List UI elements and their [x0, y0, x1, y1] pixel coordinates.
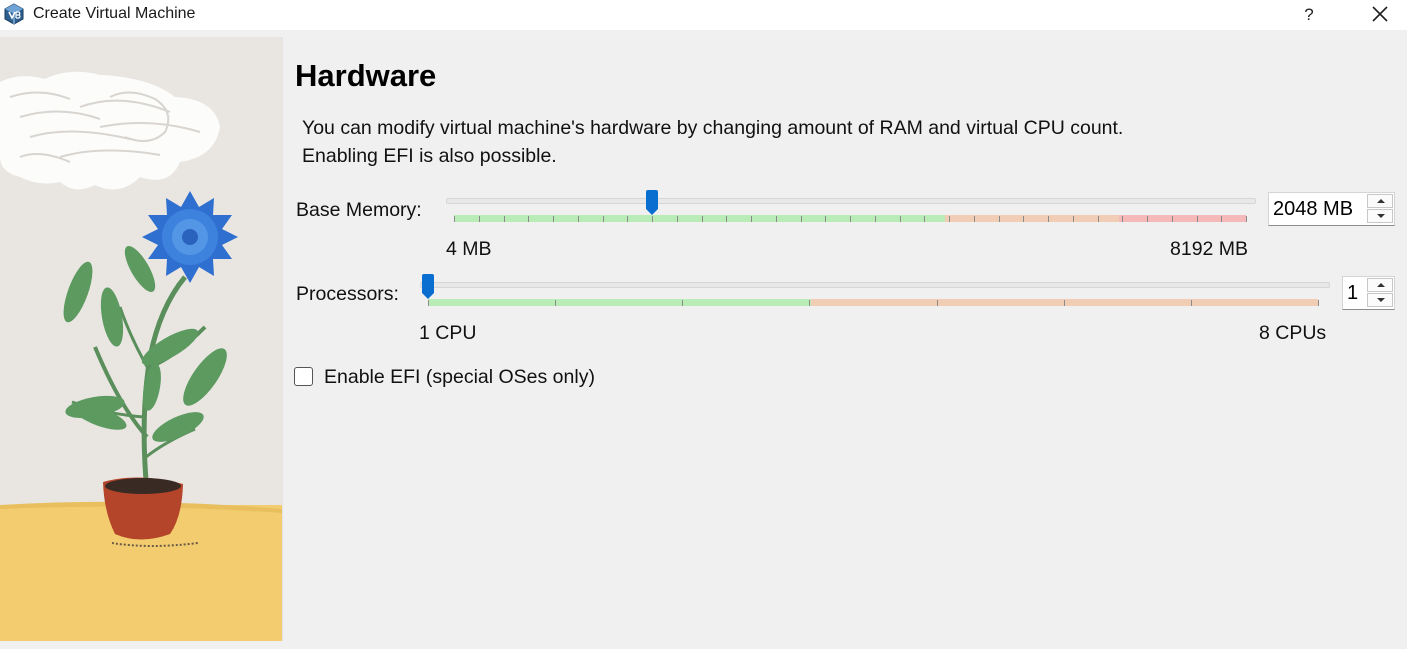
slider-tick [1072, 216, 1074, 222]
slider-tick [800, 216, 802, 222]
virtualbox-icon [4, 3, 24, 25]
base-memory-slider[interactable] [446, 190, 1256, 226]
slider-tick [825, 216, 827, 222]
slider-tick [553, 216, 554, 222]
slider-tick [1122, 216, 1124, 222]
slider-tick [936, 300, 938, 306]
slider-tick [809, 300, 811, 306]
slider-tick [949, 216, 950, 222]
slider-tick [775, 216, 777, 222]
description-line-1: You can modify virtual machine's hardwar… [302, 117, 1124, 139]
memory-max-label: 8192 MB [1170, 238, 1249, 260]
slider-tick [1318, 300, 1319, 306]
slider-tick [652, 216, 653, 222]
slider-tick [899, 216, 901, 222]
slider-tick [555, 300, 557, 306]
slider-tick [874, 216, 876, 222]
slider-tick [701, 216, 703, 222]
slider-tick [1196, 216, 1198, 222]
sidebar-divider [282, 37, 283, 641]
description-line-2: Enabling EFI is also possible. [302, 145, 557, 167]
memory-min-label: 4 MB [446, 238, 492, 260]
slider-tick [1171, 216, 1173, 222]
memory-decrement-button[interactable] [1367, 209, 1393, 223]
slider-tick [1246, 216, 1247, 222]
slider-groove [420, 282, 1330, 288]
slider-tick [528, 216, 530, 222]
processors-min-label: 1 CPU [419, 322, 477, 344]
slider-tick [1221, 216, 1223, 222]
slider-tick [1063, 300, 1065, 306]
help-button[interactable]: ? [1298, 2, 1320, 28]
slider-tick [503, 216, 505, 222]
slider-handle[interactable] [645, 190, 658, 216]
processors-decrement-button[interactable] [1367, 293, 1393, 307]
memory-increment-button[interactable] [1367, 194, 1393, 208]
processors-spinbox[interactable]: 1 [1342, 276, 1395, 310]
slider-tick [602, 216, 604, 222]
processors-value[interactable]: 1 [1347, 282, 1358, 305]
slider-tick [1097, 216, 1099, 222]
enable-efi-checkbox[interactable] [294, 367, 313, 386]
slider-tick [973, 216, 975, 222]
slider-tick [454, 216, 455, 222]
slider-ticks [446, 215, 1256, 225]
slider-tick [1190, 300, 1192, 306]
memory-value[interactable]: 2048 MB [1273, 198, 1353, 221]
processors-label: Processors: [296, 283, 399, 305]
slider-tick [428, 300, 429, 306]
close-icon[interactable] [1365, 2, 1395, 28]
slider-tick [676, 216, 678, 222]
slider-groove [446, 198, 1256, 204]
base-memory-label: Base Memory: [296, 199, 422, 221]
processors-increment-button[interactable] [1367, 278, 1393, 292]
spin-arrows [1367, 194, 1393, 224]
spin-arrows [1367, 278, 1393, 308]
page-title: Hardware [295, 58, 437, 93]
slider-tick [751, 216, 752, 222]
plant-illustration [0, 37, 282, 641]
processors-max-label: 8 CPUs [1259, 322, 1327, 344]
slider-tick [627, 216, 629, 222]
slider-tick [1048, 216, 1049, 222]
window-title: Create Virtual Machine [33, 5, 196, 22]
enable-efi-label[interactable]: Enable EFI (special OSes only) [324, 366, 595, 389]
slider-handle[interactable] [422, 274, 434, 300]
slider-tick [850, 216, 851, 222]
slider-tick [726, 216, 728, 222]
slider-tick [924, 216, 926, 222]
slider-tick [1147, 216, 1148, 222]
slider-tick [577, 216, 579, 222]
base-memory-spinbox[interactable]: 2048 MB [1268, 192, 1395, 226]
slider-ticks [420, 299, 1330, 309]
slider-tick [998, 216, 1000, 222]
processors-slider[interactable] [420, 274, 1330, 310]
title-bar: Create Virtual Machine ? [0, 0, 1407, 30]
slider-tick [478, 216, 480, 222]
slider-tick [1023, 216, 1025, 222]
slider-tick [682, 300, 684, 306]
